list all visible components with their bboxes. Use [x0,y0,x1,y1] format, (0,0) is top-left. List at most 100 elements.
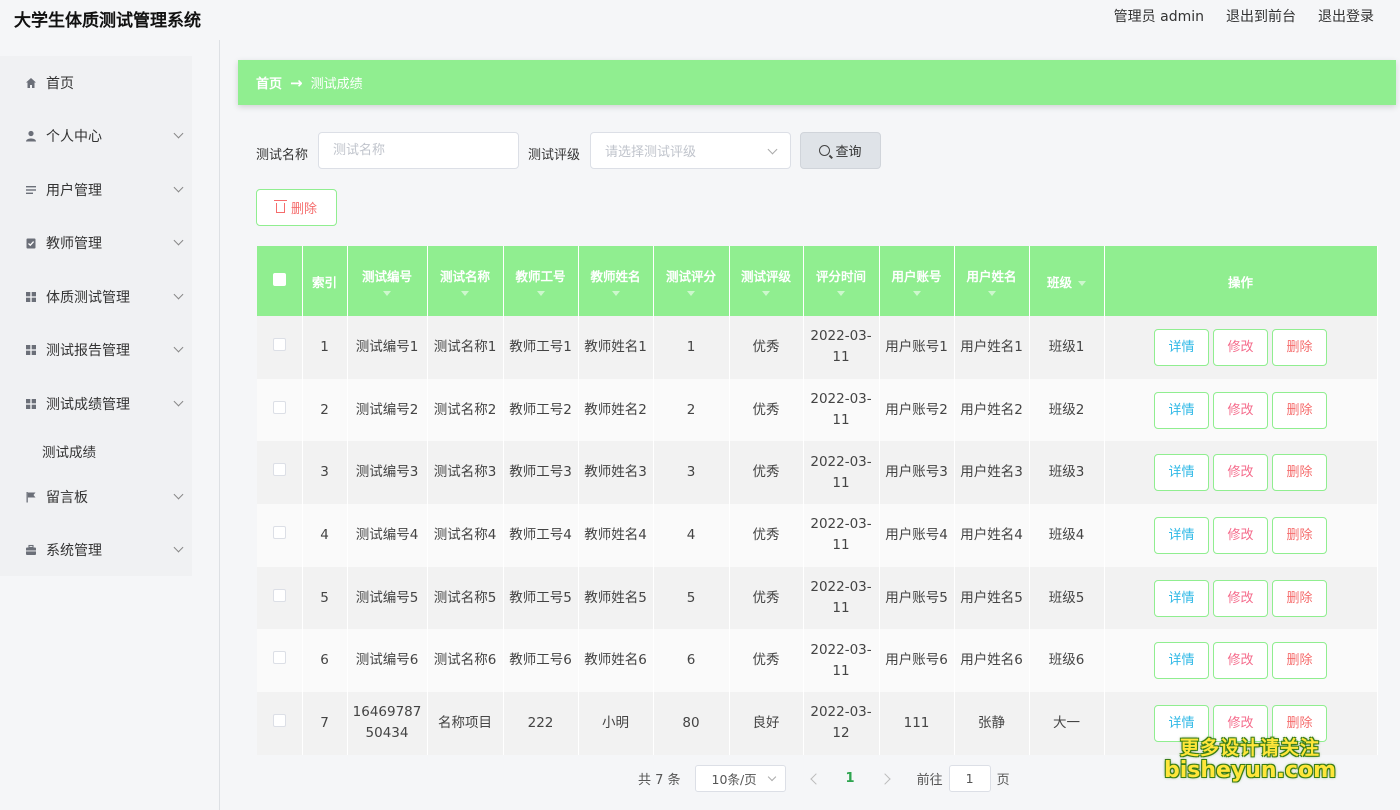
page-size-select[interactable]: 10条/页 [694,765,786,792]
admin-user-label[interactable]: 管理员 admin [1114,6,1204,26]
sort-icon[interactable] [987,291,996,296]
header-grade[interactable]: 测试评级 [729,246,804,316]
cell-teacher-no: 222 [503,692,579,755]
detail-button[interactable]: 详情 [1154,516,1209,554]
sort-icon[interactable] [912,291,921,296]
page-number-current[interactable]: 1 [846,771,855,786]
header-username[interactable]: 用户姓名 [954,246,1030,316]
row-checkbox[interactable] [272,463,286,477]
row-select-cell[interactable] [257,316,303,379]
delete-button[interactable]: 删除 [1272,391,1327,429]
edit-button[interactable]: 修改 [1213,454,1268,492]
cell-time: 2022-03-11 [803,441,880,505]
clipboard-icon [24,236,38,250]
sort-icon[interactable] [837,291,845,296]
sidebar-divider [219,40,220,810]
edit-button[interactable]: 修改 [1213,391,1268,429]
edit-button[interactable]: 修改 [1213,642,1268,680]
sidebar-item-home[interactable]: 首页 [0,63,192,103]
batch-delete-button[interactable]: 删除 [256,189,337,226]
header-score[interactable]: 测试评分 [653,246,730,316]
delete-button[interactable]: 删除 [1272,516,1327,554]
sidebar-item-physical-test[interactable]: 体质测试管理 [0,277,192,317]
sort-icon[interactable] [611,291,620,296]
sort-icon[interactable] [1078,280,1086,286]
sidebar-item-test-report[interactable]: 测试报告管理 [0,330,192,370]
sort-icon[interactable] [461,291,469,296]
cell-index: 7 [302,692,348,755]
test-grade-select[interactable]: 请选择测试评级 [590,132,791,169]
next-page-icon[interactable] [878,772,891,785]
test-name-label: 测试名称 [256,148,309,163]
cell-account: 111 [879,692,955,755]
row-checkbox[interactable] [272,525,286,539]
detail-button[interactable]: 详情 [1154,328,1209,366]
row-checkbox[interactable] [272,651,286,665]
header-teacher-name[interactable]: 教师姓名 [578,246,654,316]
header-username-label: 用户姓名 [966,269,1017,284]
header-account[interactable]: 用户账号 [879,246,955,316]
cell-class: 班级4 [1029,504,1105,567]
chevron-down-icon [767,144,778,155]
delete-button[interactable]: 删除 [1272,642,1327,680]
sidebar-item-message-board[interactable]: 留言板 [0,477,192,517]
select-all-checkbox[interactable] [272,273,286,286]
row-select-cell[interactable] [257,629,303,693]
row-select-cell[interactable] [257,566,303,630]
row-select-cell[interactable] [257,504,303,567]
header-teacher-no[interactable]: 教师工号 [503,246,579,316]
row-checkbox[interactable] [272,337,286,351]
sidebar-item-users[interactable]: 用户管理 [0,170,192,210]
header-code-label: 测试编号 [361,269,412,284]
sort-icon[interactable] [536,291,545,296]
cell-teacher-name: 教师姓名4 [578,504,654,567]
cell-code: 测试编号1 [347,316,428,379]
sort-icon[interactable] [762,291,770,296]
prev-page-icon[interactable] [809,772,822,785]
logout-link[interactable]: 退出登录 [1318,6,1374,26]
test-name-input[interactable] [318,132,519,169]
query-button[interactable]: 查询 [800,132,881,169]
sort-icon[interactable] [687,291,695,296]
delete-button[interactable]: 删除 [1272,454,1327,492]
sidebar-item-teachers[interactable]: 教师管理 [0,223,192,263]
edit-button[interactable]: 修改 [1213,516,1268,554]
cell-name: 测试名称5 [427,566,504,630]
home-icon [24,76,38,90]
exit-to-front-link[interactable]: 退出到前台 [1226,6,1296,26]
test-grade-label: 测试评级 [528,148,581,163]
row-checkbox[interactable] [272,588,286,602]
detail-button[interactable]: 详情 [1154,454,1209,492]
sidebar-item-test-score[interactable]: 测试成绩管理 [0,384,192,424]
cell-account: 用户账号5 [879,566,955,630]
detail-button[interactable]: 详情 [1154,391,1209,429]
delete-button[interactable]: 删除 [1272,328,1327,366]
edit-button[interactable]: 修改 [1213,579,1268,617]
detail-button[interactable]: 详情 [1154,579,1209,617]
cell-score: 1 [653,316,730,379]
detail-button[interactable]: 详情 [1154,642,1209,680]
goto-page-input[interactable] [948,765,991,792]
sort-icon[interactable] [383,291,391,296]
sidebar-item-personal[interactable]: 个人中心 [0,116,192,156]
select-all-cell[interactable] [257,246,303,316]
cell-code: 测试编号2 [347,378,428,442]
row-checkbox[interactable] [272,400,286,414]
header-name-label: 测试名称 [439,269,490,284]
cell-time: 2022-03-11 [803,316,880,379]
breadcrumb-home[interactable]: 首页 [256,73,282,92]
sidebar-subitem-test-score[interactable]: 测试成绩 [42,441,96,461]
cell-username: 张静 [954,692,1030,755]
sidebar-item-system[interactable]: 系统管理 [0,530,192,570]
row-checkbox[interactable] [272,713,286,727]
delete-button[interactable]: 删除 [1272,579,1327,617]
header-time[interactable]: 评分时间 [803,246,880,316]
edit-button[interactable]: 修改 [1213,328,1268,366]
row-select-cell[interactable] [257,441,303,505]
chevron-down-icon [173,289,184,300]
row-select-cell[interactable] [257,692,303,755]
row-select-cell[interactable] [257,378,303,442]
header-class[interactable]: 班级 [1029,246,1105,316]
header-name[interactable]: 测试名称 [427,246,504,316]
header-code[interactable]: 测试编号 [347,246,428,316]
